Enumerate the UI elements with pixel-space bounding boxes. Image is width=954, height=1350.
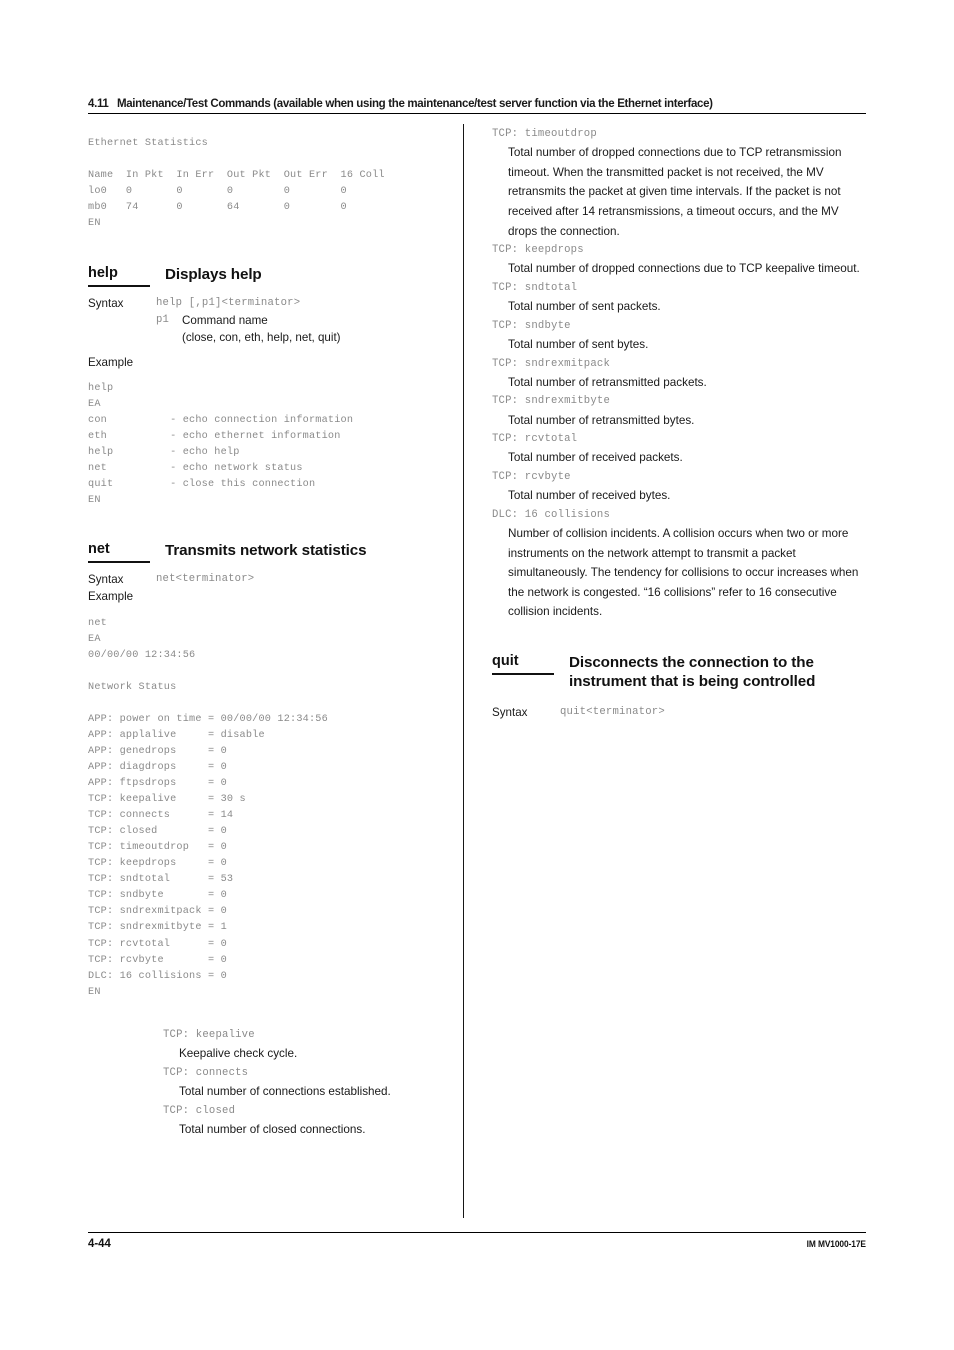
page-number: 4-44	[88, 1236, 111, 1250]
net-example-output: net EA 00/00/00 12:34:56 Network Status …	[88, 617, 328, 998]
section-heading: 4.11 Maintenance/Test Commands (availabl…	[88, 96, 823, 110]
help-example-label: Example	[88, 355, 134, 369]
definition-description: Total number of retransmitted bytes.	[508, 413, 695, 427]
page-header: 4.11 Maintenance/Test Commands (availabl…	[88, 96, 866, 114]
document-id: IM MV1000-17E	[806, 1239, 866, 1249]
right-column: TCP: timeoutdrop Total number of dropped…	[492, 126, 866, 721]
help-syntax-label: Syntax	[88, 296, 124, 310]
definition-term: TCP: keepalive	[163, 1028, 255, 1041]
help-command-key: help	[88, 265, 150, 287]
footer-rule	[88, 1232, 866, 1233]
definition-term: TCP: keepdrops	[492, 244, 584, 257]
ethernet-statistics-output: Ethernet Statistics Name In Pkt In Err O…	[88, 138, 385, 230]
help-command-title: Displays help	[165, 265, 262, 283]
definition-description: Total number of sent bytes.	[508, 337, 649, 351]
definition-term: TCP: sndtotal	[492, 281, 578, 294]
net-syntax-value: net<terminator>	[156, 573, 255, 586]
page-footer: 4-44 IM MV1000-17E	[88, 1232, 866, 1250]
net-command-block: net Transmits network statistics Syntax …	[88, 541, 450, 1000]
definition-term: TCP: sndrexmitpack	[492, 357, 611, 370]
help-syntax-value: help [,p1]<terminator>	[156, 296, 301, 309]
definition-term: TCP: sndrexmitbyte	[492, 395, 611, 408]
definition-entry: TCP: keepdrops Total number of dropped c…	[492, 242, 866, 279]
left-definition-list: TCP: keepalive Keepalive check cycle. TC…	[163, 1027, 450, 1139]
definition-entry: TCP: timeoutdrop Total number of dropped…	[492, 126, 866, 241]
help-command-heading: help Displays help	[88, 265, 450, 287]
column-divider	[463, 124, 464, 1218]
definition-entry: TCP: sndrexmitpack Total number of retra…	[492, 356, 866, 393]
definition-term: TCP: timeoutdrop	[492, 128, 597, 140]
quit-command-title: Disconnects the connection to the instru…	[569, 653, 816, 691]
definition-entry: TCP: closed Total number of closed conne…	[163, 1103, 450, 1140]
definition-term: TCP: sndbyte	[492, 319, 571, 332]
definition-entry: TCP: connects Total number of connection…	[163, 1065, 450, 1102]
net-command-key: net	[88, 541, 150, 564]
definition-description: Keepalive check cycle.	[179, 1047, 298, 1061]
net-syntax-label: Syntax	[88, 573, 124, 587]
help-param-options: (close, con, eth, help, net, quit)	[182, 330, 341, 344]
help-param-text: Command name	[182, 313, 268, 327]
quit-syntax-row: Syntax quit<terminator>	[492, 704, 866, 721]
definition-term: TCP: connects	[163, 1066, 249, 1079]
definition-description: Number of collision incidents. A collisi…	[508, 526, 859, 619]
definition-entry: TCP: keepalive Keepalive check cycle.	[163, 1027, 450, 1064]
quit-command-key: quit	[492, 653, 554, 675]
help-syntax-row: Syntax help [,p1]<terminator>	[88, 295, 450, 312]
quit-syntax-value: quit<terminator>	[560, 705, 665, 718]
net-syntax-row: Syntax net<terminator>	[88, 571, 450, 588]
definition-description: Total number of retransmitted packets.	[508, 375, 707, 389]
net-command-title: Transmits network statistics	[165, 542, 367, 560]
quit-command-block: quit Disconnects the connection to the i…	[492, 653, 866, 721]
help-example-output: help EA con - echo connection informatio…	[88, 382, 354, 507]
header-rule	[88, 113, 866, 114]
definition-description: Total number of connections established.	[179, 1084, 391, 1098]
right-definition-list: TCP: timeoutdrop Total number of dropped…	[492, 126, 866, 622]
help-param-row: p1 Command name	[156, 312, 450, 329]
section-title: Maintenance/Test Commands (available whe…	[116, 96, 713, 110]
definition-description: Total number of received packets.	[508, 451, 683, 465]
help-param-key: p1	[156, 313, 170, 326]
net-command-heading: net Transmits network statistics	[88, 541, 450, 564]
definition-term: DLC: 16 collisions	[492, 508, 611, 521]
definition-description: Total number of dropped connections due …	[508, 262, 860, 276]
definition-entry: DLC: 16 collisions Number of collision i…	[492, 507, 866, 622]
definition-description: Total number of dropped connections due …	[508, 146, 842, 238]
help-command-block: help Displays help Syntax help [,p1]<ter…	[88, 265, 450, 510]
net-example-label: Example	[88, 590, 134, 604]
definition-description: Total number of closed connections.	[179, 1122, 366, 1136]
definition-entry: TCP: rcvtotal Total number of received p…	[492, 431, 866, 468]
definition-entry: TCP: rcvbyte Total number of received by…	[492, 469, 866, 506]
section-number: 4.11	[88, 96, 109, 110]
left-column: Ethernet Statistics Name In Pkt In Err O…	[88, 126, 450, 1140]
definition-description: Total number of sent packets.	[508, 300, 661, 314]
definition-description: Total number of received bytes.	[508, 489, 671, 503]
definition-term: TCP: rcvtotal	[492, 433, 578, 446]
quit-syntax-label: Syntax	[492, 705, 528, 719]
definition-entry: TCP: sndbyte Total number of sent bytes.	[492, 318, 866, 355]
quit-command-heading: quit Disconnects the connection to the i…	[492, 653, 866, 692]
definition-entry: TCP: sndtotal Total number of sent packe…	[492, 280, 866, 317]
definition-entry: TCP: sndrexmitbyte Total number of retra…	[492, 393, 866, 430]
definition-term: TCP: closed	[163, 1104, 236, 1117]
definition-term: TCP: rcvbyte	[492, 470, 571, 483]
